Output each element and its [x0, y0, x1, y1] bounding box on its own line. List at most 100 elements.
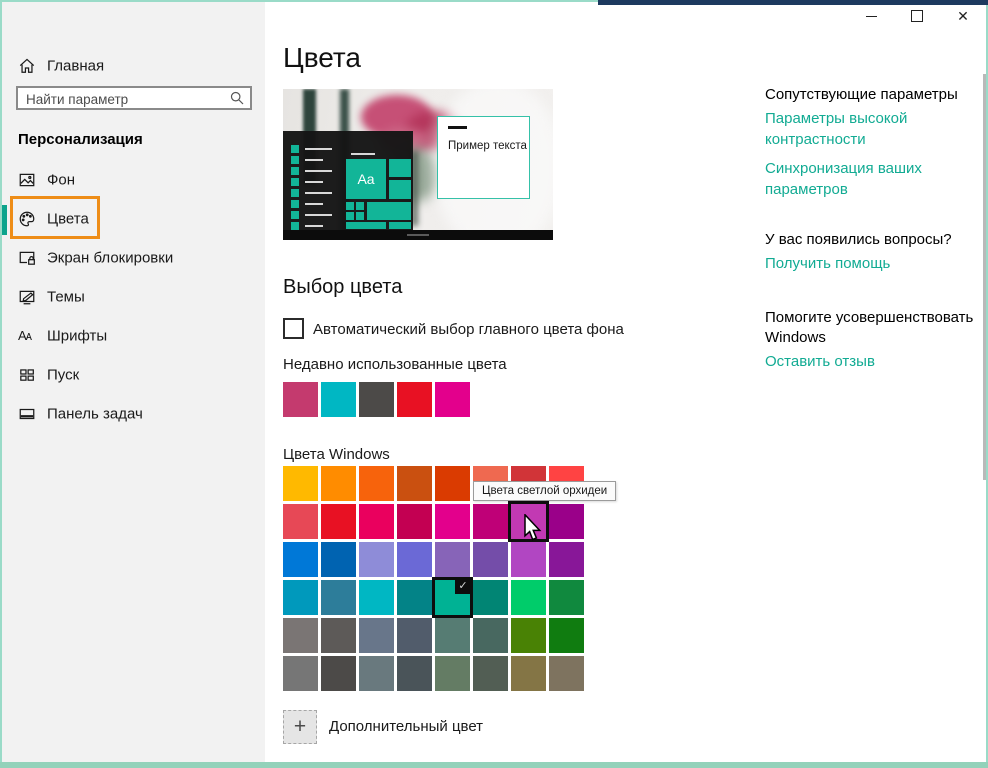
custom-color-button[interactable]: + — [283, 710, 317, 744]
color-swatch-8e8cd8[interactable] — [359, 542, 394, 577]
settings-window: Главная Персонализация ФонЦветаЭкран бло… — [0, 0, 988, 768]
color-swatch-4c4a48[interactable] — [321, 656, 356, 691]
preview-sample-card: Пример текста — [437, 116, 530, 199]
color-swatch-0078d7[interactable] — [283, 542, 318, 577]
color-swatch-c30052[interactable] — [397, 504, 432, 539]
recent-color-swatch-e81123[interactable] — [397, 382, 432, 417]
preview-card-title-bar — [448, 126, 467, 129]
color-swatch-bf0077[interactable] — [473, 504, 508, 539]
sidebar-item-themes[interactable]: Темы — [2, 277, 265, 316]
color-swatch-744da9[interactable] — [473, 542, 508, 577]
color-swatch-5d5a58[interactable] — [321, 618, 356, 653]
color-swatch-ea005e[interactable] — [359, 504, 394, 539]
color-swatch-767676[interactable] — [283, 656, 318, 691]
color-swatch-038387[interactable] — [397, 580, 432, 615]
background-window-sliver-top — [598, 0, 988, 5]
questions-heading: У вас появились вопросы? — [765, 230, 980, 250]
selected-check-icon: ✓ — [455, 579, 471, 594]
color-swatch-4a5459[interactable] — [397, 656, 432, 691]
color-swatch-00cc6a[interactable] — [511, 580, 546, 615]
page-title: Цвета — [283, 42, 361, 74]
color-swatch-ff8c00[interactable] — [321, 466, 356, 501]
maximize-icon — [911, 10, 923, 22]
close-icon: ✕ — [957, 9, 969, 23]
color-swatch-647c64[interactable] — [435, 656, 470, 691]
mouse-cursor — [523, 514, 542, 546]
recent-color-swatch-4c4a48[interactable] — [359, 382, 394, 417]
related-link-1[interactable]: Синхронизация ваших параметров — [765, 158, 945, 200]
color-swatch-ca5010[interactable] — [397, 466, 432, 501]
color-swatch-881798[interactable] — [549, 542, 584, 577]
scrollbar-thumb[interactable] — [983, 74, 986, 480]
recent-color-swatch-00b7c3[interactable] — [321, 382, 356, 417]
search-input[interactable] — [24, 89, 218, 109]
color-swatch-e3008c[interactable] — [435, 504, 470, 539]
color-swatch-da3b01[interactable] — [435, 466, 470, 501]
background-window-sliver-bottom — [0, 762, 988, 768]
color-swatch-ffb900[interactable] — [283, 466, 318, 501]
maximize-button[interactable] — [894, 2, 940, 30]
color-swatch-00b7c3[interactable] — [359, 580, 394, 615]
color-swatch-486860[interactable] — [473, 618, 508, 653]
send-feedback-link[interactable]: Оставить отзыв — [765, 351, 945, 372]
sidebar-item-label: Пуск — [47, 366, 79, 383]
related-link-0[interactable]: Параметры высокой контрастности — [765, 108, 945, 150]
color-swatch-68768a[interactable] — [359, 618, 394, 653]
color-swatch-69797e[interactable] — [359, 656, 394, 691]
color-swatch-00b294[interactable]: ✓ — [435, 580, 470, 615]
color-swatch-b146c2[interactable] — [511, 542, 546, 577]
get-help-link[interactable]: Получить помощь — [765, 253, 945, 274]
sidebar-item-label: Шрифты — [47, 327, 107, 344]
sidebar-item-label: Экран блокировки — [47, 249, 173, 266]
minimize-icon — [866, 16, 877, 17]
home-icon — [18, 57, 36, 75]
sidebar-item-start[interactable]: Пуск — [2, 355, 265, 394]
sidebar-item-lockscreen[interactable]: Экран блокировки — [2, 238, 265, 277]
color-swatch-10893e[interactable] — [549, 580, 584, 615]
related-settings-heading: Сопутствующие параметры — [765, 85, 980, 105]
sidebar-item-label: Темы — [47, 288, 85, 305]
minimize-button[interactable] — [848, 2, 894, 30]
auto-color-label: Автоматический выбор главного цвета фона — [313, 321, 624, 338]
sidebar-item-taskbar[interactable]: Панель задач — [2, 394, 265, 433]
sidebar-item-label: Фон — [47, 171, 75, 188]
color-tooltip: Цвета светлой орхидеи — [473, 481, 616, 501]
search-icon[interactable] — [229, 90, 245, 111]
recent-color-swatch-e3008c[interactable] — [435, 382, 470, 417]
sidebar-item-background[interactable]: Фон — [2, 160, 265, 199]
color-swatch-018574[interactable] — [473, 580, 508, 615]
color-swatch-107c10[interactable] — [549, 618, 584, 653]
sidebar-item-home[interactable]: Главная — [2, 52, 265, 80]
sidebar: Главная Персонализация ФонЦветаЭкран бло… — [2, 2, 265, 762]
auto-color-checkbox[interactable] — [283, 318, 304, 339]
color-swatch-0063b1[interactable] — [321, 542, 356, 577]
color-swatch-0099bc[interactable] — [283, 580, 318, 615]
preview-taskbar — [283, 230, 553, 240]
color-swatch-2d7d9a[interactable] — [321, 580, 356, 615]
color-swatch-8764b8[interactable] — [435, 542, 470, 577]
themes-icon — [18, 288, 36, 306]
start-icon — [18, 366, 36, 384]
preview-sample-text: Пример текста — [448, 140, 527, 152]
improve-windows-heading: Помогите усовершенствовать Windows — [765, 308, 980, 348]
color-swatch-525e54[interactable] — [473, 656, 508, 691]
color-swatch-498205[interactable] — [511, 618, 546, 653]
color-swatch-847545[interactable] — [511, 656, 546, 691]
color-preview-image: Aa Пример текста — [283, 89, 553, 240]
windows-colors-heading: Цвета Windows — [283, 446, 390, 463]
color-swatch-9a0089[interactable] — [549, 504, 584, 539]
color-swatch-f7630c[interactable] — [359, 466, 394, 501]
close-button[interactable]: ✕ — [940, 2, 986, 30]
color-swatch-7a7574[interactable] — [283, 618, 318, 653]
color-swatch-e74856[interactable] — [283, 504, 318, 539]
custom-color-label: Дополнительный цвет — [329, 718, 483, 735]
color-swatch-515c6b[interactable] — [397, 618, 432, 653]
search-box[interactable] — [16, 86, 252, 110]
color-swatch-e81123[interactable] — [321, 504, 356, 539]
color-swatch-6b69d6[interactable] — [397, 542, 432, 577]
color-swatch-567c73[interactable] — [435, 618, 470, 653]
sidebar-item-fonts[interactable]: AᴀШрифты — [2, 316, 265, 355]
color-swatch-7e735f[interactable] — [549, 656, 584, 691]
recent-color-swatch-c43a6e[interactable] — [283, 382, 318, 417]
preview-taskbar-dash — [407, 234, 429, 236]
